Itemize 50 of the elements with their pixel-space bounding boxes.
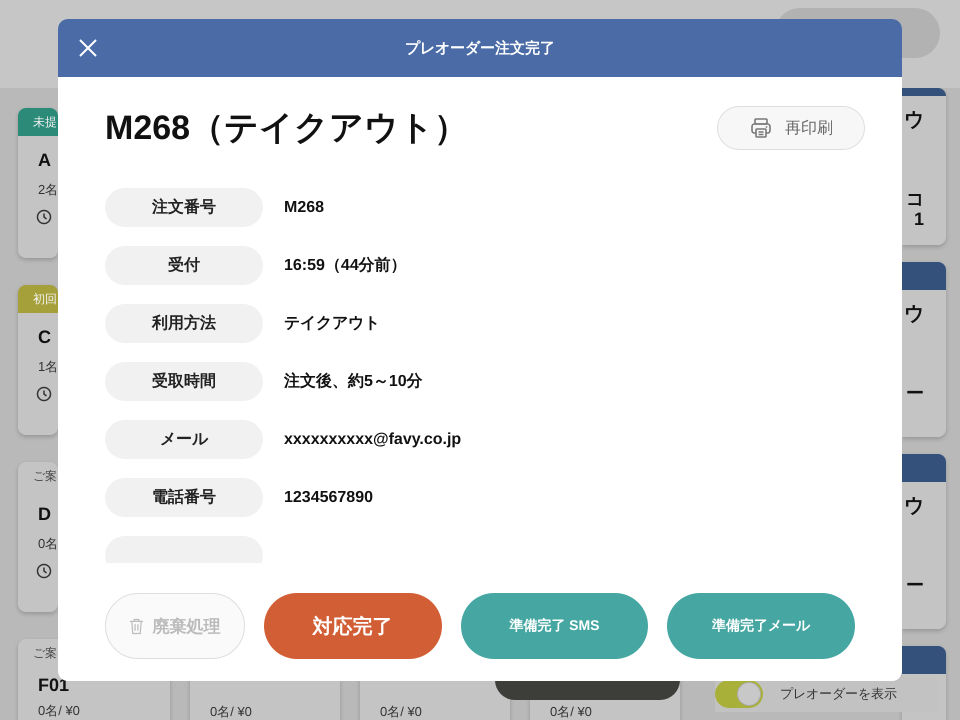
printer-icon <box>749 116 773 140</box>
close-icon <box>78 38 98 58</box>
table-card[interactable]: ウ ー <box>902 454 946 629</box>
field-value: 1234567890 <box>284 488 373 506</box>
card-text: 1 <box>914 209 924 229</box>
guest-summary: 0名/ ¥0 <box>209 703 253 720</box>
close-button[interactable] <box>78 38 98 58</box>
status-tag: 未提 <box>18 108 58 136</box>
dialog-title: プレオーダー注文完了 <box>405 38 555 58</box>
table-name: ウ <box>904 302 924 327</box>
table-name: ウ <box>904 494 924 519</box>
table-card[interactable]: 初回 C 1名 <box>18 285 58 435</box>
status-tag: 初回 <box>18 285 58 313</box>
table-name: D <box>37 503 52 525</box>
guest-summary: 1名 <box>37 358 58 376</box>
complete-button[interactable]: 対応完了 <box>264 593 442 659</box>
card-text: コ <box>906 189 924 209</box>
field-value: xxxxxxxxxx@favy.co.jp <box>284 430 462 448</box>
table-name: F01 <box>37 674 70 696</box>
field-label: 利用方法 <box>105 304 263 343</box>
field-label: 電話番号 <box>105 478 263 517</box>
table-card[interactable]: ウ コ 1 <box>902 88 946 245</box>
toggle-label: プレオーダーを表示 <box>780 685 897 703</box>
field-label: 注文番号 <box>105 188 263 227</box>
table-name: ウ <box>904 108 924 133</box>
guest-summary: 0名/ ¥0 <box>549 703 593 720</box>
field-label: 受付 <box>105 246 263 285</box>
guest-summary: 0名/ ¥0 <box>37 702 81 720</box>
guest-summary: 2名 <box>37 181 58 199</box>
table-name: C <box>37 326 52 348</box>
field-label: メール <box>105 420 263 459</box>
table-card[interactable]: ウ ー <box>902 262 946 437</box>
field-value: 16:59（44分前） <box>284 256 407 276</box>
table-card[interactable]: ご案 D 0名 <box>18 462 58 612</box>
card-text: ー <box>906 383 924 403</box>
field-value: M268 <box>284 198 324 216</box>
field-label: 受取時間 <box>105 362 263 401</box>
field-value: 注文後、約5～10分 <box>284 371 423 392</box>
trash-icon <box>129 618 144 634</box>
card-text: ー <box>906 575 924 595</box>
guest-summary: 0名 <box>37 535 58 553</box>
table-name: A <box>37 149 52 171</box>
toggle-switch[interactable] <box>715 680 763 708</box>
table-card[interactable]: 未提 A 2名 <box>18 108 58 258</box>
reprint-button[interactable]: 再印刷 <box>717 106 865 150</box>
status-tag: ご案 <box>33 468 57 484</box>
order-heading: M268（テイクアウト） <box>105 108 468 149</box>
field-value: テイクアウト <box>284 314 380 334</box>
status-tag: ご案 <box>33 644 57 662</box>
guest-summary: 0名/ ¥0 <box>379 703 423 720</box>
